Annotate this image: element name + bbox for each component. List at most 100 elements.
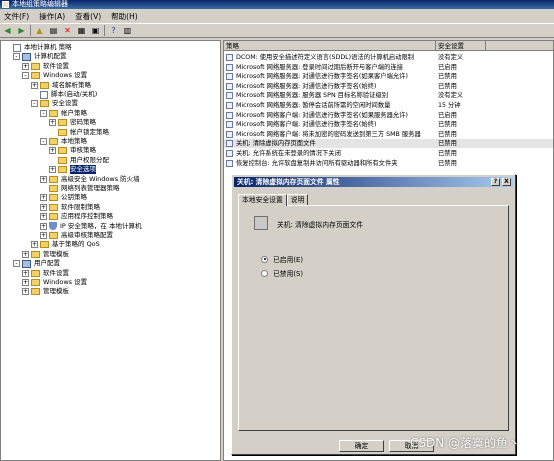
folder-icon xyxy=(49,232,58,239)
tree-item[interactable]: + 软件限制策略 xyxy=(40,203,100,212)
window-titlebar: 本地组策略编辑器 xyxy=(0,0,554,9)
expand-icon[interactable]: + xyxy=(40,213,47,221)
expand-icon[interactable]: + xyxy=(22,279,29,286)
tab-local-security-setting[interactable]: 本地安全设置 xyxy=(238,194,287,206)
tree-item[interactable]: + 软件设置 xyxy=(22,269,69,278)
menu-action[interactable]: 操作(A) xyxy=(39,11,65,22)
tree-item-label: 管理模板 xyxy=(43,287,69,296)
ok-button[interactable]: 确定 xyxy=(339,440,384,452)
expand-icon[interactable]: + xyxy=(22,250,29,258)
expand-icon[interactable]: + xyxy=(40,222,47,230)
policy-name: 关机: 清除虚拟内存页面文件 xyxy=(236,140,316,148)
policy-row[interactable]: 恢复控制台: 允许软盘复制并访问所有驱动器和所有文件夹 已禁用 xyxy=(224,159,553,168)
tree-item[interactable]: 本地计算机 策略 xyxy=(4,43,72,52)
enabled-option[interactable]: 已启用(E) xyxy=(261,254,303,264)
policy-name: 恢复控制台: 允许软盘复制并访问所有驱动器和所有文件夹 xyxy=(236,159,398,167)
details-icon[interactable]: ▥ xyxy=(122,25,133,36)
tree-item[interactable]: + 审核策略 xyxy=(49,146,96,155)
policy-row[interactable]: Microsoft 网络服务器: 暂停会话前所需的空闲时间数量 15 分钟 xyxy=(224,101,553,110)
collapse-icon[interactable]: - xyxy=(13,260,20,268)
policy-name: DCOM: 使用安全描述符定义语言(SDDL)语法的计算机启动限制 xyxy=(236,54,415,61)
expand-icon[interactable]: + xyxy=(49,119,56,127)
collapse-icon[interactable]: - xyxy=(40,138,47,145)
collapse-icon[interactable]: - xyxy=(31,100,38,108)
policy-row[interactable]: 关机: 清除虚拟内存页面文件 已禁用 xyxy=(224,139,553,149)
tree-item[interactable]: + IP 安全策略，在 本地计算机 xyxy=(40,222,141,231)
policy-cell: Microsoft 网络服务器: 登录时间过期后断开与客户端的连接 xyxy=(226,63,436,72)
tree-item[interactable]: + 高级安全 Windows 防火墙 xyxy=(40,175,140,184)
up-folder-icon[interactable]: ▲ xyxy=(34,25,45,36)
expand-icon[interactable]: + xyxy=(22,62,29,70)
tree-item-label: 软件限制策略 xyxy=(61,202,100,211)
policy-row[interactable]: Microsoft 网络服务器: 对通信进行数字签名(始终) 已禁用 xyxy=(224,82,553,91)
menu-view[interactable]: 查看(V) xyxy=(75,11,101,22)
expand-icon[interactable]: + xyxy=(31,81,38,89)
help-icon[interactable]: ? xyxy=(108,25,119,36)
menu-help[interactable]: 帮助(H) xyxy=(111,11,138,22)
toolbar: ◀ ▶ ▲ ▤ ✕ ▦ ▣ ? ▥ xyxy=(0,23,554,38)
tree-item[interactable]: + 软件设置 xyxy=(22,62,69,71)
policy-row[interactable]: 关机: 允许系统在未登录的情况下关闭 已禁用 xyxy=(224,149,553,158)
tree-item[interactable]: 网络列表管理器策略 xyxy=(40,184,120,193)
tree-item[interactable]: - Windows 设置 xyxy=(22,71,87,80)
tree-item[interactable]: + 安全选项 xyxy=(49,165,96,175)
expand-icon[interactable]: + xyxy=(40,203,47,211)
tree-item[interactable]: + 应用程序控制策略 xyxy=(40,212,113,221)
tree-item[interactable]: - 用户配置 xyxy=(13,259,60,268)
tree-item[interactable]: + Windows 设置 xyxy=(22,278,87,287)
export-icon[interactable]: ▣ xyxy=(90,25,101,36)
tree-item[interactable]: 脚本(启动/关机) xyxy=(31,90,97,99)
policy-cell: DCOM: 使用安全描述符定义语言(SDDL)语法的计算机启动限制 xyxy=(226,53,436,62)
disabled-radio[interactable] xyxy=(261,269,268,277)
expand-icon[interactable]: + xyxy=(22,269,29,277)
expand-icon[interactable]: + xyxy=(49,147,56,155)
expand-icon[interactable]: + xyxy=(40,175,47,183)
collapse-icon[interactable]: - xyxy=(13,53,20,61)
tree-item[interactable]: 帐户锁定策略 xyxy=(49,128,109,137)
expand-icon[interactable]: + xyxy=(31,241,38,249)
policy-row[interactable]: Microsoft 网络客户端: 对通信进行数字签名(如果服务器允许) 已启用 xyxy=(224,111,553,120)
delete-icon[interactable]: ✕ xyxy=(62,25,73,36)
forward-icon[interactable]: ▶ xyxy=(16,25,27,36)
disabled-option[interactable]: 已禁用(S) xyxy=(261,268,303,278)
app-icon xyxy=(2,1,9,8)
tree-item[interactable]: + 公钥策略 xyxy=(40,193,87,202)
collapse-icon[interactable]: - xyxy=(22,72,29,80)
close-button[interactable]: X xyxy=(502,178,511,186)
tree-item[interactable]: - 帐户策略 xyxy=(40,109,87,118)
menu-file[interactable]: 文件(F) xyxy=(4,11,29,22)
folder-icon xyxy=(31,288,40,296)
tab-explain[interactable]: 说明 xyxy=(286,194,309,205)
expand-icon[interactable]: + xyxy=(49,166,56,174)
tree-item[interactable]: + 域名解析策略 xyxy=(31,81,91,90)
properties-icon[interactable]: ▦ xyxy=(76,25,87,36)
policy-row[interactable]: Microsoft 网络服务器: 服务器 SPN 目标名称验证级别 没有定义 xyxy=(224,91,553,100)
policy-row[interactable]: Microsoft 网络客户端: 将未加密的密码发送到第三方 SMB 服务器 已禁… xyxy=(224,130,553,139)
expand-icon[interactable]: + xyxy=(22,288,29,296)
back-icon[interactable]: ◀ xyxy=(2,25,13,36)
show-tree-icon[interactable]: ▤ xyxy=(48,25,59,36)
tree-item[interactable]: - 本地策略 xyxy=(40,137,87,146)
collapse-icon[interactable]: - xyxy=(40,109,47,117)
tree-item[interactable]: - 计算机配置 xyxy=(13,52,67,61)
help-button[interactable]: ? xyxy=(491,178,500,186)
policy-row[interactable]: Microsoft 网络客户端: 对通信进行数字签名(始终) 已禁用 xyxy=(224,120,553,129)
tree-item-label: 安全选项 xyxy=(70,165,96,175)
tree-pane[interactable]: 本地计算机 策略 - 计算机配置 + 软件设置 - Windows 设置 + 域名解析策略 脚本(… xyxy=(0,40,221,461)
column-header-policy[interactable]: 策略 xyxy=(224,41,436,51)
tree-item[interactable]: + 基于策略的 QoS xyxy=(31,240,100,249)
tree-item[interactable]: + 高级审核策略配置 xyxy=(40,231,113,240)
tree-item[interactable]: - 安全设置 xyxy=(31,99,78,108)
tree-item[interactable]: + 管理模板 xyxy=(22,287,69,296)
tree-item[interactable]: 用户权限分配 xyxy=(49,156,109,165)
policy-row[interactable]: Microsoft 网络服务器: 登录时间过期后断开与客户端的连接 已启用 xyxy=(224,63,553,72)
tree-item-label: 本地策略 xyxy=(61,137,87,145)
policy-row[interactable]: DCOM: 使用安全描述符定义语言(SDDL)语法的计算机启动限制 没有定义 xyxy=(224,53,553,62)
tree-item[interactable]: + 管理模板 xyxy=(22,250,69,259)
expand-icon[interactable]: + xyxy=(40,232,47,239)
policy-row[interactable]: Microsoft 网络服务器: 对通信进行数字签名(如果客户端允许) 已禁用 xyxy=(224,72,553,81)
column-header-setting[interactable]: 安全设置 xyxy=(436,41,486,51)
enabled-radio[interactable] xyxy=(261,255,268,263)
tree-item[interactable]: + 密码策略 xyxy=(49,118,96,127)
expand-icon[interactable]: + xyxy=(40,194,47,202)
